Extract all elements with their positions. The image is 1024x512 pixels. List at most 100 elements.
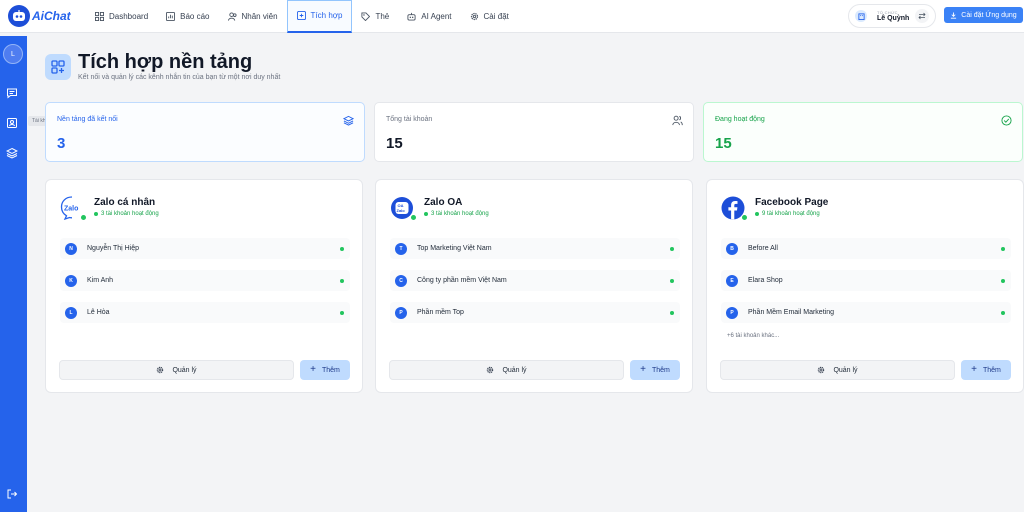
account-row[interactable]: P Phần Mềm Email Marketing	[721, 302, 1011, 323]
plus-icon: +	[971, 364, 977, 375]
nav-ai-agent[interactable]: AI Agent	[398, 0, 460, 33]
platform-card-zalo-personal: Zalo Zalo cá nhân 3 tài khoản hoạt động …	[45, 179, 363, 393]
account-avatar: P	[395, 306, 407, 319]
add-label: Thêm	[982, 366, 1001, 374]
online-status-dot	[741, 214, 748, 221]
active-count: 3 tài khoản hoạt động	[431, 211, 489, 217]
manage-button[interactable]: Quản lý	[720, 360, 955, 380]
user-avatar[interactable]: L	[3, 44, 23, 64]
manage-button[interactable]: Quản lý	[389, 360, 624, 380]
account-status-dot	[340, 310, 344, 315]
nav-dashboard[interactable]: Dashboard	[86, 0, 157, 33]
account-name: Phần Mềm Email Marketing	[748, 309, 834, 316]
status-dot	[755, 212, 759, 216]
org-info: TỔ CHỨC Lê Quỳnh	[877, 10, 909, 22]
add-account-button[interactable]: + Thêm	[961, 360, 1011, 380]
account-name: Before All	[748, 245, 778, 252]
stat-value: 3	[57, 135, 66, 152]
top-bar: AiChat Dashboard Báo cáo Nhân viên Tích …	[0, 0, 1024, 33]
online-status-dot	[80, 214, 87, 221]
online-status-dot	[410, 214, 417, 221]
layers-icon[interactable]	[6, 147, 18, 159]
platform-title: Facebook Page	[755, 197, 829, 208]
account-name: Top Marketing Việt Nam	[417, 245, 492, 252]
nav-label: AI Agent	[421, 11, 452, 21]
account-row[interactable]: E Elara Shop	[721, 270, 1011, 291]
account-avatar: E	[726, 274, 738, 287]
account-status-dot	[670, 278, 674, 283]
account-status-dot	[1001, 310, 1005, 315]
stat-label: Tổng tài khoản	[386, 116, 433, 123]
account-avatar: T	[395, 242, 407, 255]
account-row[interactable]: K Kim Anh	[60, 270, 350, 291]
install-label: Cài đặt Ứng dụng	[961, 11, 1017, 19]
org-switcher[interactable]: TỔ CHỨC Lê Quỳnh	[848, 4, 936, 28]
account-row[interactable]: N Nguyễn Thị Hiệp	[60, 238, 350, 259]
integration-icon	[296, 11, 306, 20]
page-subtitle: Kết nối và quản lý các kênh nhắn tin của…	[78, 74, 281, 81]
add-account-button[interactable]: + Thêm	[630, 360, 680, 380]
nav-label: Báo cáo	[180, 11, 210, 21]
add-label: Thêm	[651, 366, 670, 374]
stat-total-accounts: Tổng tài khoản 15	[374, 102, 694, 162]
stat-value: 15	[715, 135, 732, 152]
nav-tags[interactable]: Thẻ	[352, 0, 398, 33]
main-nav: Dashboard Báo cáo Nhân viên Tích hợp Thẻ…	[86, 0, 518, 33]
download-icon	[951, 11, 957, 19]
stat-active: Đang hoạt động 15	[703, 102, 1023, 162]
platform-title: Zalo cá nhân	[94, 197, 156, 208]
stat-connected-platforms: Nền tảng đã kết nối 3	[45, 102, 365, 162]
account-row[interactable]: L Lê Hòa	[60, 302, 350, 323]
gear-icon	[818, 366, 825, 374]
integration-header-icon	[45, 54, 71, 80]
manage-label: Quản lý	[502, 366, 527, 374]
gear-icon	[157, 366, 164, 374]
logout-icon[interactable]	[6, 488, 18, 500]
nav-integrations[interactable]: Tích hợp	[286, 0, 353, 33]
robot-logo-icon	[8, 5, 30, 27]
platform-card-zalo-oa: OA Zalo Zalo OA 3 tài khoản hoạt động T To…	[375, 179, 693, 393]
chat-icon[interactable]	[6, 87, 18, 99]
install-app-button[interactable]: Cài đặt Ứng dụng	[944, 7, 1023, 23]
status-dot	[424, 212, 428, 216]
gear-icon	[470, 12, 478, 20]
nav-reports[interactable]: Báo cáo	[157, 0, 218, 33]
account-row[interactable]: C Công ty phần mềm Việt Nam	[390, 270, 680, 291]
account-avatar: K	[65, 274, 77, 287]
stat-label: Đang hoạt động	[715, 116, 765, 123]
platform-subtitle: 3 tài khoản hoạt động	[94, 211, 159, 217]
users-icon	[672, 115, 683, 126]
more-accounts-link[interactable]: +6 tài khoản khác...	[727, 333, 779, 339]
add-account-button[interactable]: + Thêm	[300, 360, 350, 380]
account-row[interactable]: P Phần mềm Top	[390, 302, 680, 323]
account-status-dot	[340, 278, 344, 283]
add-label: Thêm	[321, 366, 340, 374]
svg-text:Zalo: Zalo	[397, 208, 406, 213]
platform-subtitle: 9 tài khoản hoạt động	[755, 211, 820, 217]
tag-icon	[361, 11, 371, 21]
sidebar: L	[0, 36, 27, 512]
account-row[interactable]: T Top Marketing Việt Nam	[390, 238, 680, 259]
switch-arrows-icon[interactable]	[915, 9, 929, 23]
account-avatar: N	[65, 242, 77, 255]
nav-employees[interactable]: Nhân viên	[219, 0, 287, 33]
contact-card-icon[interactable]	[6, 117, 18, 129]
account-name: Lê Hòa	[87, 309, 110, 316]
app-logo[interactable]: AiChat	[0, 5, 86, 27]
nav-settings[interactable]: Cài đặt	[461, 0, 518, 33]
platform-title: Zalo OA	[424, 197, 463, 208]
account-name: Công ty phần mềm Việt Nam	[417, 277, 507, 284]
svg-text:Zalo: Zalo	[64, 206, 78, 213]
manage-button[interactable]: Quản lý	[59, 360, 294, 380]
users-icon	[227, 11, 237, 21]
account-row[interactable]: B Before All	[721, 238, 1011, 259]
status-dot	[94, 212, 98, 216]
manage-label: Quản lý	[833, 366, 858, 374]
account-status-dot	[1001, 278, 1005, 283]
active-count: 9 tài khoản hoạt động	[762, 211, 820, 217]
account-name: Phần mềm Top	[417, 309, 464, 316]
nav-label: Cài đặt	[483, 11, 509, 21]
manage-label: Quản lý	[172, 366, 197, 374]
plus-icon: +	[640, 364, 646, 375]
nav-label: Nhân viên	[241, 11, 278, 21]
